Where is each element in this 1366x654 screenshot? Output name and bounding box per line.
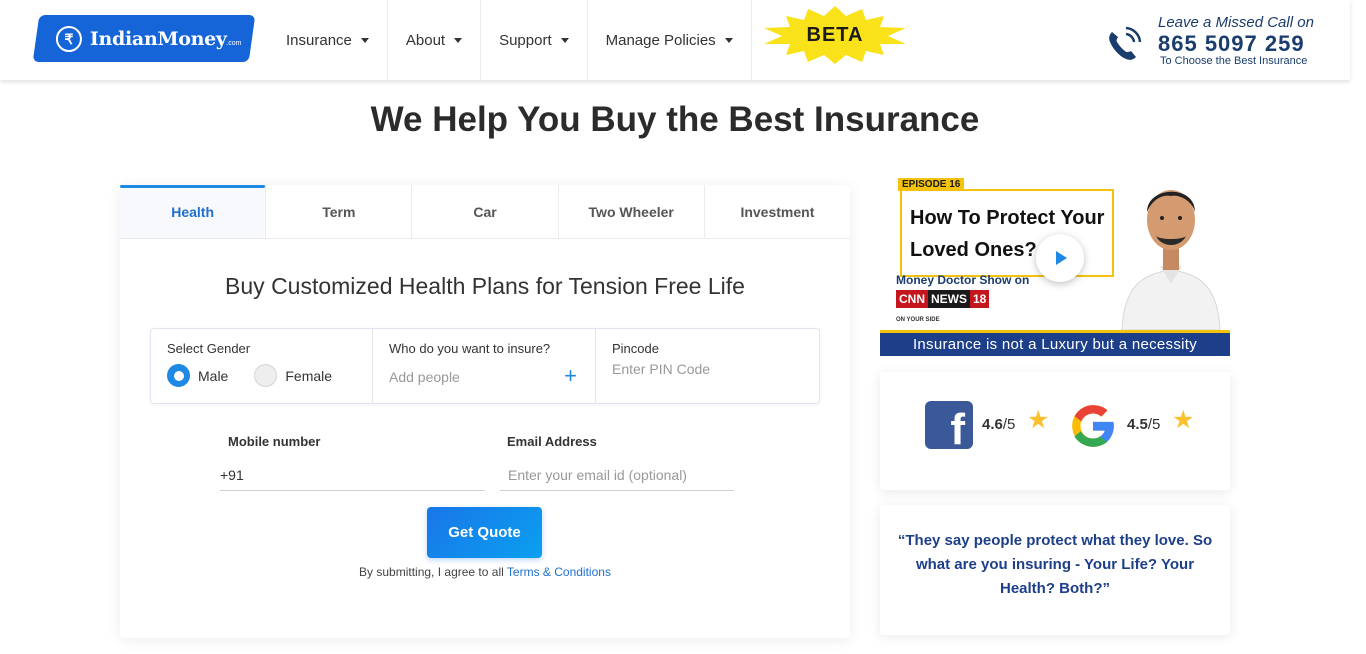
logo-text: IndianMoney <box>90 27 227 50</box>
channel-part-a: CNN <box>896 290 928 308</box>
add-people-placeholder: Add people <box>389 369 460 385</box>
tab-car[interactable]: Car <box>412 185 559 238</box>
channel-part-c: 18 <box>970 290 990 308</box>
phone-icon <box>1109 26 1142 60</box>
terms-prefix: By submitting, I agree to all <box>359 565 504 579</box>
gender-male-radio[interactable] <box>167 364 190 387</box>
channel-tagline: ON YOUR SIDE <box>896 317 940 323</box>
nav-manage-policies-label: Manage Policies <box>605 31 716 49</box>
nav-support-label: Support <box>499 31 552 49</box>
ratings-card: f 4.6/5 ★ 4.5/5 ★ <box>880 372 1230 490</box>
facebook-out-of: /5 <box>1002 416 1016 433</box>
play-button[interactable] <box>1036 234 1084 282</box>
facebook-rating: 4.6/5 <box>982 416 1015 433</box>
pincode-section: Pincode <box>596 329 819 403</box>
google-rating: 4.5/5 <box>1127 416 1160 433</box>
gender-male-label: Male <box>198 367 229 384</box>
google-icon[interactable] <box>1068 401 1118 451</box>
gender-female-radio[interactable] <box>254 364 278 387</box>
page-title: We Help You Buy the Best Insurance <box>370 100 980 139</box>
insure-section[interactable]: Who do you want to insure? Add people + <box>373 329 596 403</box>
nav-manage-policies[interactable]: Manage Policies <box>588 0 752 80</box>
details-box: Select Gender Male Female Who do you wan… <box>150 328 820 404</box>
email-input[interactable] <box>500 459 734 491</box>
call-caption: Leave a Missed Call on <box>1158 14 1314 31</box>
email-label: Email Address <box>507 434 597 449</box>
promo-title: How To Protect Your Loved Ones? <box>910 207 1105 261</box>
logo-domain: .com <box>225 40 242 47</box>
nav-insurance[interactable]: Insurance <box>268 0 388 80</box>
chevron-down-icon <box>560 37 569 43</box>
cnn-news18-logo: CNN NEWS 18 <box>896 290 990 308</box>
promo-video-banner[interactable]: EPISODE 16 How To Protect Your Loved One… <box>880 166 1230 356</box>
get-quote-button[interactable]: Get Quote <box>427 507 542 558</box>
rupee-icon: ₹ <box>56 25 82 52</box>
chevron-down-icon <box>360 37 369 43</box>
call-subcaption: To Choose the Best Insurance <box>1160 55 1308 67</box>
chevron-down-icon <box>724 37 733 43</box>
tab-term[interactable]: Term <box>266 185 413 238</box>
tab-health[interactable]: Health <box>120 185 267 238</box>
facebook-icon[interactable]: f <box>925 401 973 452</box>
indianmoney-logo[interactable]: ₹ IndianMoney .com <box>32 15 256 62</box>
episode-badge: EPISODE 16 <box>898 178 965 191</box>
nav-about[interactable]: About <box>388 0 482 80</box>
chevron-down-icon <box>454 37 463 43</box>
pincode-input[interactable] <box>612 361 802 377</box>
insurance-tabs: Health Term Car Two Wheeler Investment <box>120 185 850 239</box>
gender-options: Male Female <box>167 364 358 387</box>
google-score: 4.5 <box>1127 416 1148 433</box>
beta-label: BETA <box>806 23 864 46</box>
tab-two-wheeler[interactable]: Two Wheeler <box>559 185 705 238</box>
gender-label: Select Gender <box>167 341 251 356</box>
presenter-image <box>1121 190 1221 330</box>
gender-female-label: Female <box>285 367 333 384</box>
show-caption: Money Doctor Show on <box>896 273 1030 287</box>
google-out-of: /5 <box>1147 416 1161 433</box>
add-people-plus-icon[interactable]: + <box>564 363 577 389</box>
site-header: ₹ IndianMoney .com Insurance About Suppo… <box>0 0 1350 80</box>
mobile-label: Mobile number <box>228 434 321 449</box>
facebook-score: 4.6 <box>982 416 1003 433</box>
form-subtitle: Buy Customized Health Plans for Tension … <box>225 273 745 299</box>
play-icon <box>1056 251 1067 265</box>
nav-insurance-label: Insurance <box>286 31 352 49</box>
mobile-input[interactable] <box>220 459 485 491</box>
promo-banner-text: Insurance is not a Luxury but a necessit… <box>880 330 1230 356</box>
gender-section: Select Gender Male Female <box>151 329 373 403</box>
channel-part-b: NEWS <box>928 290 970 308</box>
nav-about-label: About <box>405 31 446 49</box>
main-nav: Insurance About Support Manage Policies <box>268 0 752 80</box>
terms-text: By submitting, I agree to all Terms & Co… <box>120 565 850 579</box>
call-number: 865 5097 259 <box>1158 31 1305 56</box>
testimonial-quote-card: “They say people protect what they love.… <box>880 505 1230 635</box>
pincode-label: Pincode <box>612 341 659 356</box>
star-icon: ★ <box>1027 406 1050 434</box>
tab-investment[interactable]: Investment <box>705 185 850 238</box>
beta-badge: BETA <box>762 6 908 64</box>
star-icon: ★ <box>1172 406 1195 434</box>
terms-link[interactable]: Terms & Conditions <box>507 565 611 579</box>
insure-label: Who do you want to insure? <box>389 341 551 356</box>
quote-form-card: Health Term Car Two Wheeler Investment B… <box>120 185 850 638</box>
quote-text: “They say people protect what they love.… <box>897 532 1213 597</box>
nav-support[interactable]: Support <box>481 0 588 80</box>
